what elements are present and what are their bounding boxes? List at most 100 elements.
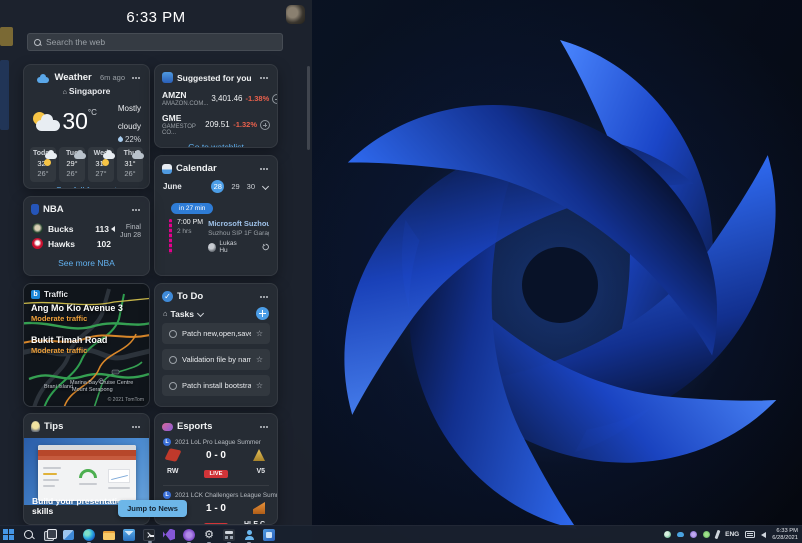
tray-icon-onedrive[interactable] <box>677 532 685 537</box>
pen-icon[interactable] <box>714 529 721 540</box>
event-time: 7:00 PM <box>177 219 204 226</box>
panel-clock: 6:33 PM <box>126 9 186 26</box>
star-icon[interactable]: ☆ <box>256 329 263 338</box>
visual-studio-icon[interactable] <box>183 528 195 543</box>
panel-scrollbar[interactable] <box>307 66 310 150</box>
task-checkbox[interactable] <box>169 329 177 338</box>
mail-icon[interactable] <box>123 528 135 541</box>
road-name: Bukit Timah Road <box>31 335 108 345</box>
league-name: 2021 LCK Challengers League Summer <box>175 491 278 499</box>
settings-gear-icon[interactable]: ⚙ <box>203 529 215 543</box>
task-view-icon[interactable] <box>43 528 57 541</box>
volume-icon[interactable] <box>761 531 767 538</box>
taskbar: ⚙ ENG 6:33 PM 6/28/2021 <box>0 525 802 543</box>
add-task-button[interactable] <box>256 307 269 320</box>
calendar-day[interactable]: 29 <box>231 182 239 191</box>
task-checkbox[interactable] <box>169 355 177 364</box>
chevron-down-icon[interactable] <box>262 183 269 190</box>
current-conditions-icon <box>32 111 60 131</box>
more-options-icon[interactable] <box>257 290 270 303</box>
edge-browser-icon[interactable] <box>83 528 95 543</box>
calendar-widget[interactable]: Calendar June 28 29 30 in 27 min 7:00 PM… <box>154 155 278 276</box>
more-options-icon[interactable] <box>257 420 270 433</box>
droplet-icon <box>116 135 125 144</box>
more-options-icon[interactable] <box>257 162 270 175</box>
people-icon[interactable] <box>243 529 255 543</box>
desktop-glow-glimpse <box>0 60 9 130</box>
todo-widget[interactable]: ✓ To Do ⌂ Tasks Patch new,open,save,edi.… <box>154 283 278 407</box>
taskbar-clock[interactable]: 6:33 PM 6/28/2021 <box>772 528 798 542</box>
calendar-event[interactable]: 7:00 PM 2 hrs Microsoft Suzhou Toa... Su… <box>169 219 269 254</box>
todo-widget-icon: ✓ <box>162 291 173 302</box>
bing-maps-icon: b <box>31 290 40 299</box>
add-to-watchlist-icon[interactable] <box>260 119 270 130</box>
calendar-widget-icon <box>162 163 172 174</box>
stock-row[interactable]: AMZN AMAZON.COM... 3,401.46 -1.38% <box>155 87 277 110</box>
company-name: AMAZON.COM... <box>162 101 209 107</box>
event-countdown-badge: in 27 min <box>171 203 214 214</box>
see-full-forecast-link[interactable]: See full forecast <box>24 182 149 188</box>
calculator-icon[interactable] <box>223 528 235 543</box>
task-item[interactable]: Validation file by name ☆ <box>162 349 270 370</box>
file-explorer-icon[interactable] <box>103 529 115 541</box>
stock-row[interactable]: GME GAMESTOP CO... 209.51 -1.32% <box>155 110 277 139</box>
go-to-watchlist-link[interactable]: Go to watchlist <box>155 139 277 147</box>
terminal-icon[interactable] <box>143 528 155 543</box>
nba-widget[interactable]: NBA Bucks 113 Hawks 102 Final Jun 28 See… <box>23 196 150 276</box>
task-item[interactable]: Patch install bootstrapp... ☆ <box>162 375 270 396</box>
widget-title: Tips <box>44 421 64 432</box>
web-search-bar[interactable] <box>27 33 283 51</box>
pinned-app-icon[interactable] <box>263 528 275 541</box>
home-icon: ⌂ <box>62 89 67 96</box>
task-list-label[interactable]: Tasks <box>171 309 194 319</box>
calendar-day[interactable]: 30 <box>247 182 255 191</box>
map-label: Mount Serapong <box>72 387 113 393</box>
widget-title: NBA <box>43 204 64 215</box>
widget-title: Traffic <box>44 290 69 299</box>
team-abbrev: RW <box>167 467 179 475</box>
match-row[interactable]: 0 - 0 <box>155 448 277 462</box>
chevron-down-icon[interactable] <box>197 310 204 317</box>
condition-text: Mostly cloudy <box>117 104 141 131</box>
weather-location[interactable]: ⌂ Singapore <box>24 86 149 96</box>
ticker-symbol: AMZN <box>162 90 187 100</box>
forecast-day[interactable]: Tue 29° 26° <box>59 147 86 182</box>
road-name: Ang Mo Kio Avenue 3 <box>31 303 123 313</box>
start-button[interactable] <box>3 529 15 541</box>
forecast-day[interactable]: Thu 31° 26° <box>117 147 144 182</box>
calendar-day-selected[interactable]: 28 <box>211 180 225 193</box>
tray-icon-antivirus[interactable] <box>664 531 672 538</box>
tray-icon-teams[interactable] <box>690 531 698 538</box>
stocks-widget[interactable]: Suggested for you AMZN AMAZON.COM... 3,4… <box>154 64 278 148</box>
star-icon[interactable]: ☆ <box>256 355 263 364</box>
widgets-icon[interactable] <box>63 529 75 541</box>
stock-price: 3,401.46 <box>211 94 243 103</box>
touch-keyboard-icon[interactable] <box>745 531 756 538</box>
taskbar-search-icon[interactable] <box>23 529 35 541</box>
map-copyright: © 2021 TomTom <box>107 397 144 403</box>
tray-icon-updates[interactable] <box>703 531 711 538</box>
more-options-icon[interactable] <box>129 203 142 216</box>
vscode-icon[interactable] <box>163 528 175 541</box>
month-label: June <box>163 182 182 191</box>
jump-to-news-button[interactable]: Jump to News <box>118 500 187 517</box>
user-avatar[interactable] <box>286 5 305 24</box>
weather-widget[interactable]: Weather 6m ago ⌂ Singapore 30°C Mostly cl… <box>23 64 150 189</box>
tips-preview-image[interactable] <box>24 438 149 505</box>
see-more-nba-link[interactable]: See more NBA <box>24 255 149 271</box>
more-options-icon[interactable] <box>257 71 270 84</box>
star-icon[interactable]: ☆ <box>256 381 263 390</box>
more-options-icon[interactable] <box>129 420 142 433</box>
more-options-icon[interactable] <box>129 71 142 84</box>
search-input[interactable] <box>46 37 276 47</box>
forecast-day[interactable]: Wed 31° 27° <box>88 147 115 182</box>
language-indicator[interactable]: ENG <box>725 531 739 538</box>
add-to-watchlist-icon[interactable] <box>272 93 277 104</box>
company-name: GAMESTOP CO... <box>162 124 196 136</box>
task-checkbox[interactable] <box>169 381 177 390</box>
traffic-widget[interactable]: b Traffic Ang Mo Kio Avenue 3 Moderate t… <box>23 283 150 407</box>
task-item[interactable]: Patch new,open,save,edi... ☆ <box>162 323 270 344</box>
bucks-logo <box>32 223 43 234</box>
live-badge: LIVE <box>191 462 241 480</box>
forecast-day[interactable]: Today 32° 26° <box>30 147 57 182</box>
